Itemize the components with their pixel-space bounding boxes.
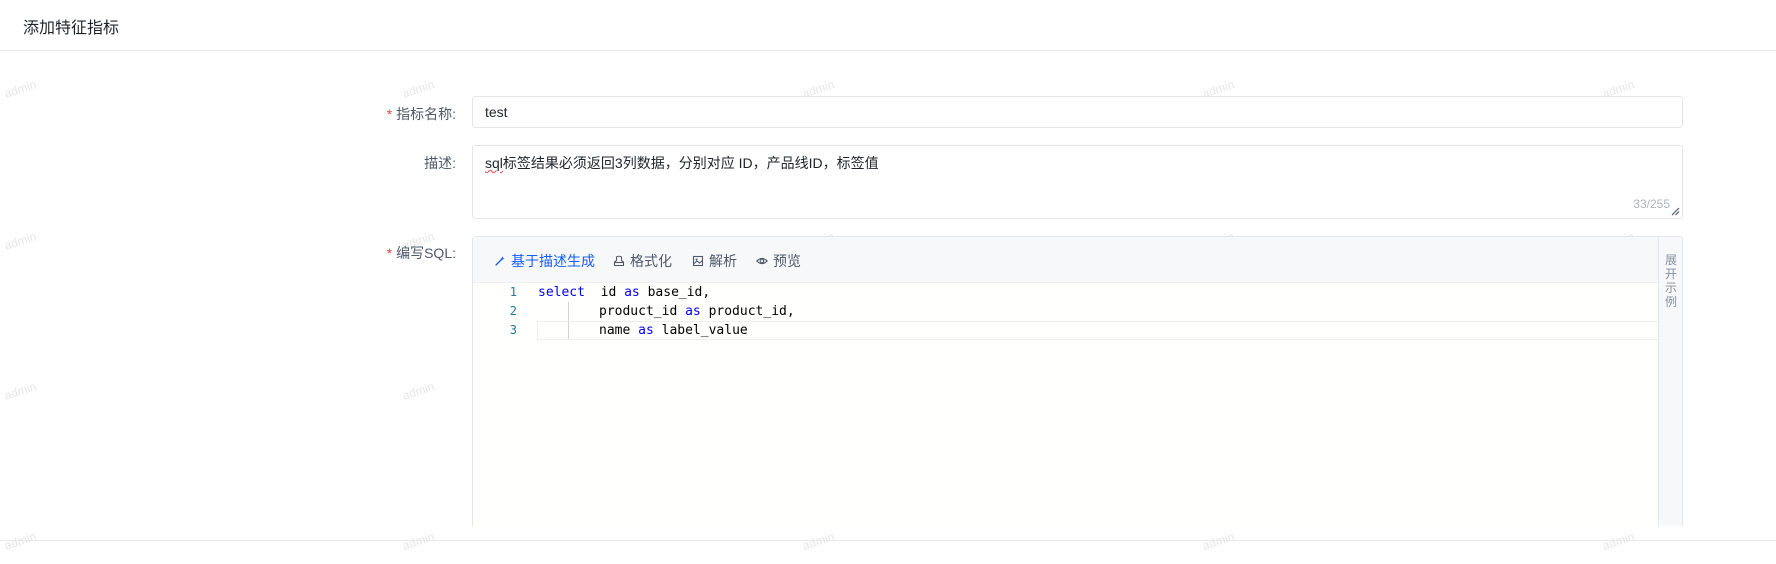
current-line-highlight [537,321,1659,340]
code-token: product_id, [700,304,795,319]
watermark: admin [400,529,437,553]
description-value: sql标签结果必须返回3列数据，分别对应 ID，产品线ID，标签值 [485,155,879,171]
magic-wand-icon [495,256,505,266]
code-editor-area[interactable]: 1 select id as base_id, 2 product_id as … [473,283,1659,526]
sql-label-text: 编写SQL: [396,245,456,261]
format-button-label: 格式化 [630,253,672,269]
required-mark: * [386,245,393,261]
watermark: admin [2,379,39,403]
description-value-rest: 标签结果必须返回3列数据，分别对应 ID，产品线ID，标签值 [502,155,879,171]
code-token: id [584,285,625,300]
generate-button-label: 基于描述生成 [511,253,595,269]
line-number: 1 [509,285,517,299]
code-text: select id as base_id, [538,283,710,302]
sql-editor: 基于描述生成 格式化 解析 预览 1 select id as base_id,… [472,236,1683,526]
format-brush-icon [613,255,625,267]
expand-examples-toggle[interactable]: 展开示例 [1658,237,1682,526]
description-label: 描述: [336,153,456,173]
page-title: 添加特征指标 [23,20,120,37]
watermark: admin [2,529,39,553]
code-line: 2 product_id as product_id, [473,302,1659,321]
watermark: admin [2,77,39,101]
sql-label: * 编写SQL: [336,243,456,263]
eye-icon [756,257,768,265]
watermark: admin [1200,529,1237,553]
sql-keyword: as [685,304,701,319]
preview-button[interactable]: 预览 [756,251,801,271]
parse-image-icon [692,255,704,267]
add-feature-indicator-page: 添加特征指标 admin admin admin admin admin adm… [0,0,1776,564]
footer-divider [0,540,1776,541]
spellcheck-word: sql [485,155,503,171]
sql-toolbar: 基于描述生成 格式化 解析 预览 [473,237,1659,283]
watermark: admin [1600,529,1637,553]
parse-button-label: 解析 [709,253,737,269]
required-mark: * [386,106,393,122]
indicator-name-input[interactable]: test [472,96,1683,128]
code-line: 1 select id as base_id, [473,283,1659,302]
watermark: admin [800,529,837,553]
page-header: 添加特征指标 [0,0,1776,51]
sql-keyword: select [538,285,585,300]
format-button[interactable]: 格式化 [613,251,672,271]
description-textarea[interactable]: sql标签结果必须返回3列数据，分别对应 ID，产品线ID，标签值 33/255 [472,145,1683,219]
indicator-name-label-text: 指标名称: [396,106,456,122]
watermark: admin [400,77,437,101]
watermark: admin [2,229,39,253]
character-counter: 33/255 [1633,197,1670,211]
watermark: admin [400,379,437,403]
line-number: 3 [509,323,517,337]
sql-keyword: as [624,285,640,300]
expand-examples-label: 展开示例 [1665,253,1678,309]
resize-handle-icon[interactable] [1671,207,1680,216]
line-number: 2 [509,304,517,318]
parse-button[interactable]: 解析 [692,251,737,271]
generate-from-description-button[interactable]: 基于描述生成 [494,251,595,271]
code-text: product_id as product_id, [599,302,795,321]
code-token: product_id [599,304,686,319]
indicator-name-label: * 指标名称: [336,104,456,124]
indicator-name-value: test [485,104,508,120]
code-token: base_id, [639,285,711,300]
description-label-text: 描述: [424,155,456,171]
preview-button-label: 预览 [773,253,801,269]
